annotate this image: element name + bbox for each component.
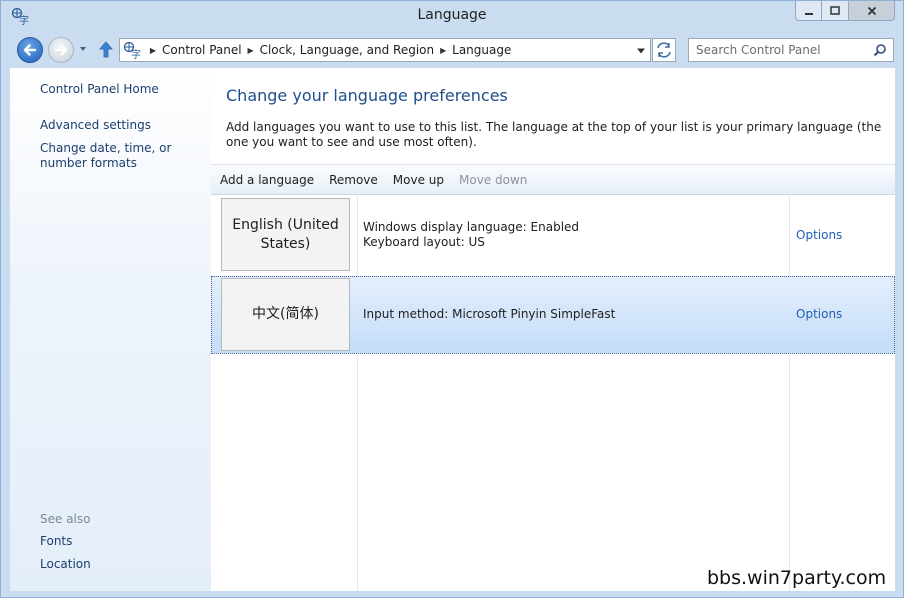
display-language-status: Windows display language: Enabled [363,220,580,234]
change-date-time-formats-link[interactable]: Change date, time, or number formats [40,141,205,171]
search-icon[interactable] [873,43,887,57]
language-tile[interactable]: 中文(简体) [221,278,350,351]
language-info: Input method: Microsoft Pinyin SimpleFas… [363,307,615,322]
address-bar[interactable]: 字 ▶ Control Panel ▶ Clock, Language, and… [119,38,651,62]
move-up-button[interactable]: Move up [393,173,444,187]
recent-pages-chevron-icon[interactable] [78,44,88,54]
move-down-button[interactable]: Move down [459,173,527,187]
breadcrumb-item[interactable]: Clock, Language, and Region [258,43,437,57]
breadcrumb-separator-icon[interactable]: ▶ [146,46,160,55]
breadcrumb-separator-icon[interactable]: ▶ [436,46,450,55]
back-button[interactable] [17,37,43,63]
input-method: Input method: Microsoft Pinyin SimpleFas… [363,307,616,321]
language-window: 字 Language 字 ▶ Control Panel ▶ Clock, La… [0,0,904,598]
forward-button[interactable] [48,37,74,63]
up-arrow-icon[interactable] [97,39,115,59]
close-button[interactable] [849,1,895,21]
minimize-button[interactable] [795,1,822,21]
see-also-label: See also [40,512,91,526]
title-bar[interactable]: 字 Language [1,1,903,33]
language-icon: 字 [123,41,141,59]
breadcrumb-item[interactable]: Language [450,43,513,57]
main-content: Change your language preferences Add lan… [211,68,895,591]
advanced-settings-link[interactable]: Advanced settings [40,118,151,133]
language-info: Windows display language: Enabled Keyboa… [363,220,579,250]
back-arrow-icon [23,44,37,56]
options-link[interactable]: Options [796,307,842,321]
search-input[interactable] [696,43,866,57]
watermark: bbs.win7party.com [707,567,887,589]
location-link[interactable]: Location [40,557,91,572]
remove-button[interactable]: Remove [329,173,378,187]
refresh-button[interactable] [652,38,676,62]
control-panel-home-link[interactable]: Control Panel Home [40,82,159,97]
search-box[interactable] [688,38,894,62]
address-history-chevron-icon[interactable] [636,47,646,55]
navigation-bar: 字 ▶ Control Panel ▶ Clock, Language, and… [1,33,903,67]
fonts-link[interactable]: Fonts [40,534,72,549]
add-language-button[interactable]: Add a language [220,173,314,187]
minimize-icon [804,12,813,15]
language-tile[interactable]: English (United States) [221,198,350,271]
language-row-chinese-simplified[interactable]: 中文(简体) Input method: Microsoft Pinyin Si… [211,276,895,354]
left-nav-pane: Control Panel Home Advanced settings Cha… [10,68,211,591]
maximize-icon [830,5,840,15]
language-row-english[interactable]: English (United States) Windows display … [211,196,895,274]
language-list: English (United States) Windows display … [211,196,895,591]
keyboard-layout: Keyboard layout: US [363,235,485,249]
page-title: Change your language preferences [226,86,508,105]
refresh-icon [657,42,671,58]
window-controls [795,1,895,21]
options-link[interactable]: Options [796,228,842,242]
close-icon [867,6,876,15]
forward-arrow-icon [54,44,68,56]
maximize-button[interactable] [822,1,849,21]
breadcrumb-item[interactable]: Control Panel [160,43,244,57]
language-toolbar: Add a language Remove Move up Move down [211,164,895,195]
page-description: Add languages you want to use to this li… [226,120,882,149]
breadcrumb: ▶ Control Panel ▶ Clock, Language, and R… [146,43,513,57]
breadcrumb-separator-icon[interactable]: ▶ [244,46,258,55]
window-title: Language [417,7,487,23]
svg-text:字: 字 [131,48,141,59]
